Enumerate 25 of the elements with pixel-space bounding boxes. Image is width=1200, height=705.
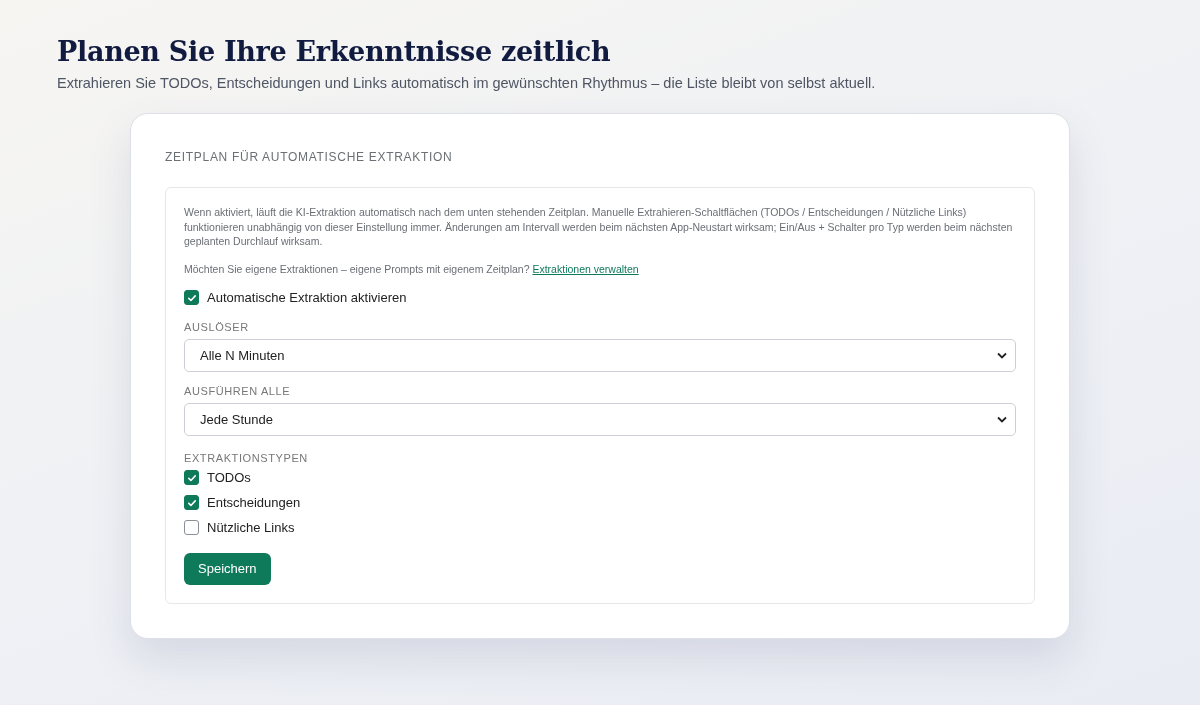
save-button[interactable]: Speichern	[184, 552, 271, 585]
section-label: EXTRAKTIONSTYPEN	[184, 451, 309, 464]
chevron-down-icon	[997, 351, 1007, 359]
checkbox[interactable]	[184, 495, 199, 510]
dropdown-select[interactable]: Alle N Minuten	[184, 338, 1016, 372]
checkbox[interactable]	[184, 470, 199, 485]
card-heading: ZEITPLAN FÜR AUTOMATISCHE EXTRAKTION	[165, 150, 454, 164]
dropdown-select[interactable]: Jede Stunde	[184, 402, 1016, 436]
manage-extractions-link[interactable]: Extraktionen verwalten	[532, 262, 639, 275]
checkbox-label[interactable]: Automatische Extraktion aktivieren	[207, 290, 407, 305]
field-label: AUSLÖSER	[184, 320, 250, 333]
checkbox[interactable]	[184, 520, 199, 535]
checkmark-icon	[186, 497, 197, 508]
custom-extraction-text: Möchten Sie eigene Extraktionen – eigene Prompts mit eigenem Zeitplan? Extraktionen verwalten	[184, 262, 640, 275]
page-subtitle: Extrahieren Sie TODOs, Entscheidungen und Links automatisch im gewünschten Rhythmus – die Liste bleibt von selbst aktuell.	[57, 75, 877, 91]
field-label: AUSFÜHREN ALLE	[184, 384, 292, 397]
chevron-down-icon	[997, 415, 1007, 423]
checkbox-label[interactable]: Entscheidungen	[207, 495, 301, 510]
checkbox-label[interactable]: Nützliche Links	[207, 520, 295, 535]
checkmark-icon	[186, 472, 197, 483]
checkmark-icon	[186, 292, 197, 303]
page-title: Planen Sie Ihre Erkenntnisse zeitlich	[57, 36, 612, 67]
description-text: Wenn aktiviert, läuft die KI-Extraktion automatisch nach dem unten stehenden Zeitplan. Manuelle Extrahieren-Schaltflächen (TODOs / Entscheidungen / Nützliche Links) funktionieren unabhängig von dieser Einstellung immer. Änderungen am Intervall werden beim nächsten App-Neustart wirksam; Ein/Aus + Schalter pro Typ werden beim nächsten geplanten Durchlauf wirksam.	[184, 205, 1014, 249]
checkbox-label[interactable]: TODOs	[207, 470, 251, 485]
checkbox[interactable]	[184, 290, 199, 305]
